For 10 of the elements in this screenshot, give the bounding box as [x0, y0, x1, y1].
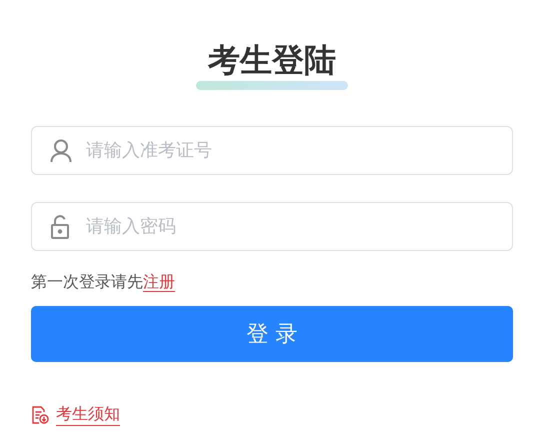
password-field[interactable]: 请输入密码 [31, 202, 513, 251]
id-number-field[interactable]: 请输入准考证号 [31, 126, 513, 175]
exam-notice-link[interactable]: 考生须知 [56, 403, 120, 426]
login-button[interactable]: 登 录 [31, 306, 513, 362]
page-title: 考生登陆 [208, 40, 336, 80]
document-download-icon [31, 406, 49, 424]
unlocked-padlock-icon [50, 214, 70, 238]
user-icon [50, 138, 72, 162]
register-prompt: 第一次登录请先注册 [31, 271, 176, 293]
register-link[interactable]: 注册 [143, 272, 175, 292]
